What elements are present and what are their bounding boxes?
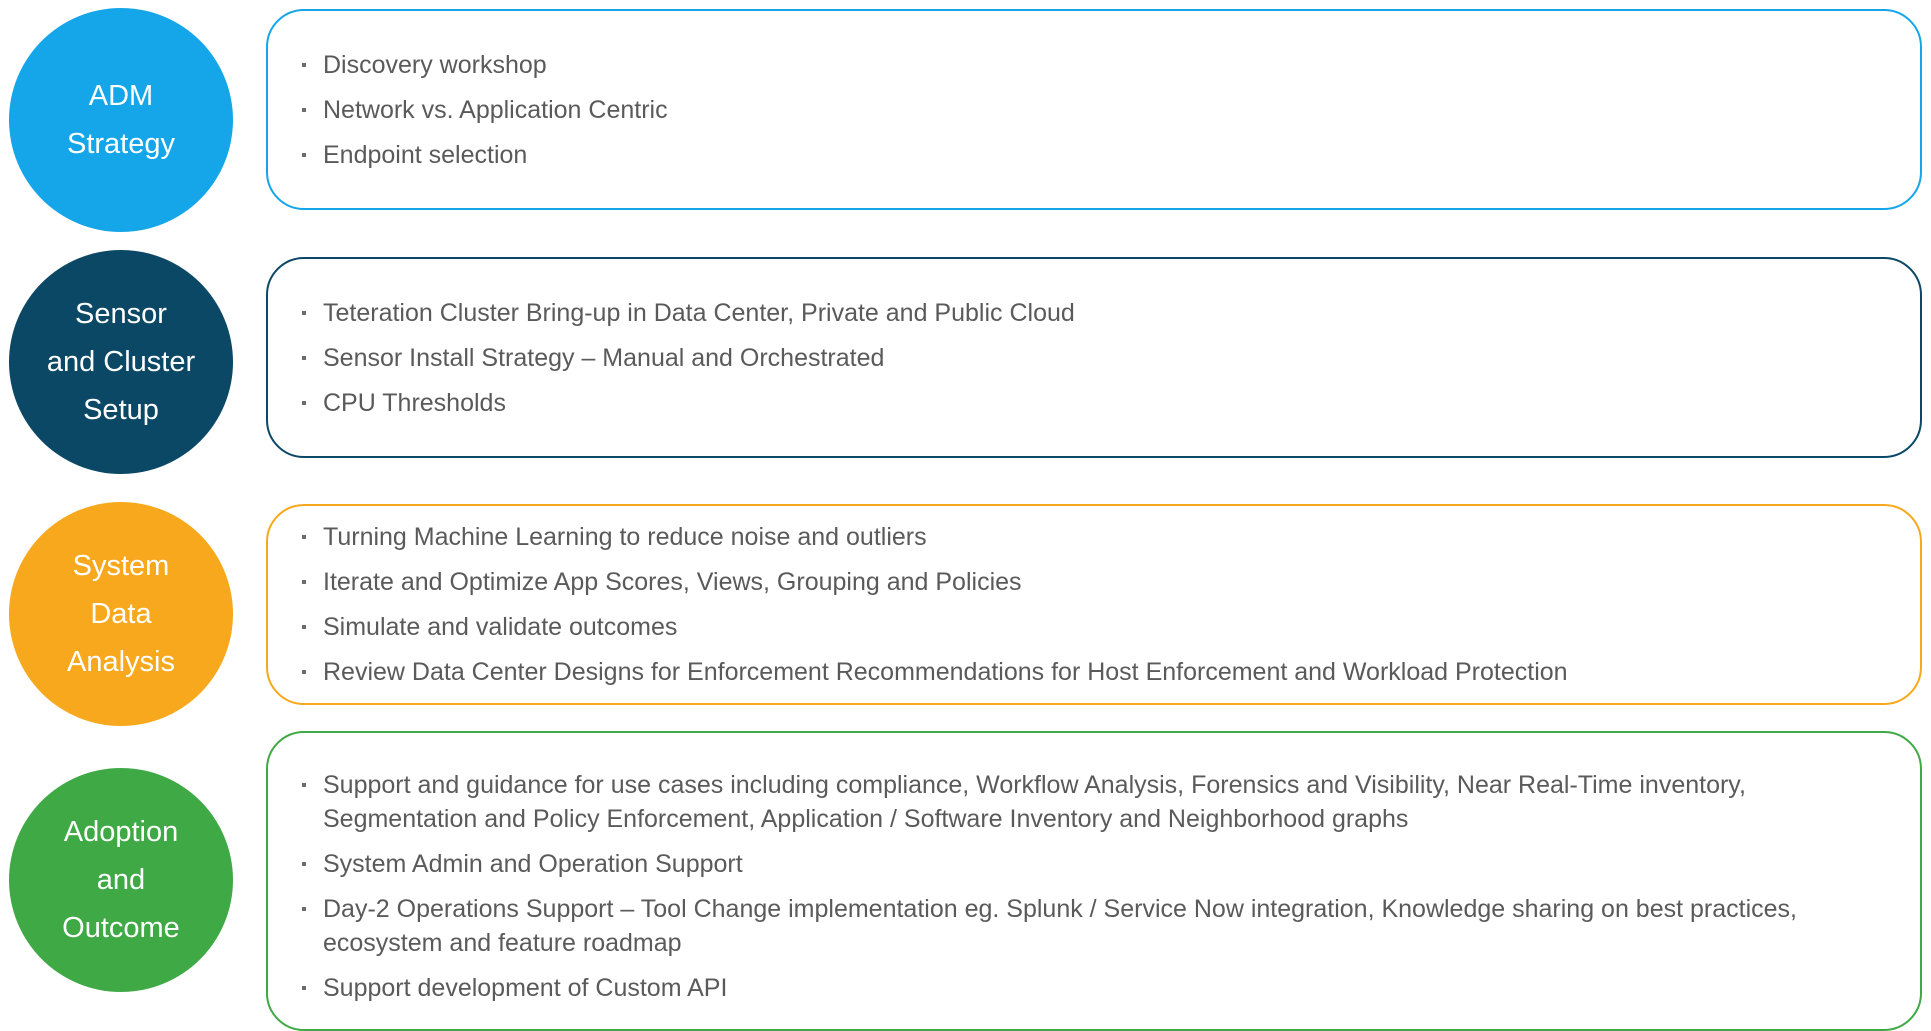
bullet-item: Review Data Center Designs for Enforceme… [302,655,1902,689]
bullet-list: Turning Machine Learning to reduce noise… [268,509,1902,700]
bullet-item: Support and guidance for use cases inclu… [302,768,1902,836]
circle-label-line: Outcome [62,912,180,944]
bullet-item: Simulate and validate outcomes [302,610,1902,644]
bullet-item: Teteration Cluster Bring-up in Data Cent… [302,296,1902,330]
bullet-item: Iterate and Optimize App Scores, Views, … [302,565,1902,599]
circle-label-line: Setup [83,394,159,426]
circle-label-line: ADM [88,80,154,112]
circle-label-line: Strategy [67,128,175,160]
circle-label-line: Sensor [75,298,167,330]
circle-label-line: and Cluster [46,346,196,378]
bullet-item: System Admin and Operation Support [302,847,1902,881]
stage-circle-system-data-analysis: System Data Analysis [9,502,233,726]
stage-box-adoption-outcome: Support and guidance for use cases inclu… [266,731,1922,1031]
circle-label-line: Adoption [63,816,179,848]
bullet-item: Support development of Custom API [302,971,1902,1005]
bullet-list: Teteration Cluster Bring-up in Data Cent… [268,285,1902,431]
stage-circle-sensor-cluster-setup: Sensor and Cluster Setup [9,250,233,474]
stage-circle-adm-strategy: ADM Strategy [9,8,233,232]
stage-circle-adoption-outcome: Adoption and Outcome [9,768,233,992]
bullet-list: Discovery workshop Network vs. Applicati… [268,37,1902,183]
circle-label-line: System [72,550,170,582]
bullet-item: Sensor Install Strategy – Manual and Orc… [302,341,1902,375]
circle-label-line: Data [90,598,152,630]
circle-label-line: and [96,864,146,896]
stage-box-sensor-cluster-setup: Teteration Cluster Bring-up in Data Cent… [266,257,1922,458]
bullet-item: Network vs. Application Centric [302,93,1902,127]
bullet-item: Turning Machine Learning to reduce noise… [302,520,1902,554]
stage-box-system-data-analysis: Turning Machine Learning to reduce noise… [266,504,1922,705]
bullet-item: Day-2 Operations Support – Tool Change i… [302,892,1902,960]
bullet-list: Support and guidance for use cases inclu… [268,757,1902,1016]
circle-label-line: Analysis [67,646,175,678]
bullet-item: Discovery workshop [302,48,1902,82]
stage-box-adm-strategy: Discovery workshop Network vs. Applicati… [266,9,1922,210]
bullet-item: Endpoint selection [302,138,1902,172]
bullet-item: CPU Thresholds [302,386,1902,420]
